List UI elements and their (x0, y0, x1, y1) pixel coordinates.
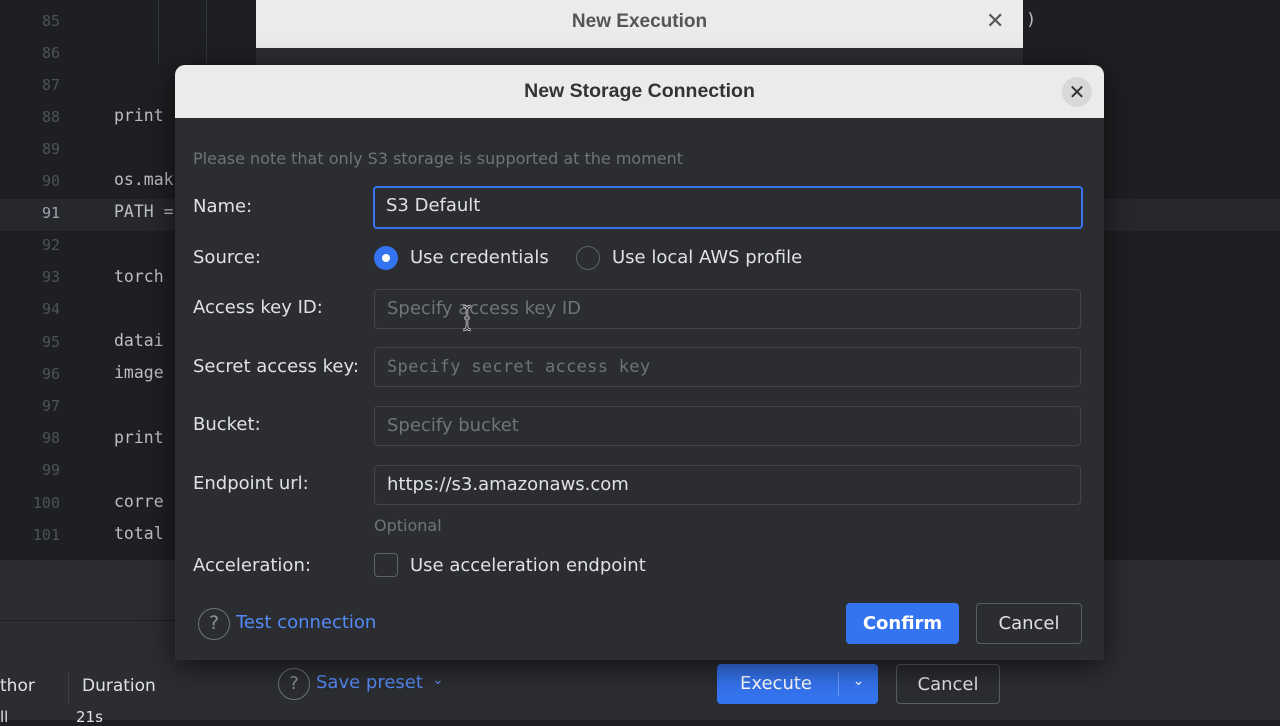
endpoint-url-input[interactable]: https://s3.amazonaws.com (374, 465, 1081, 505)
new-storage-connection-dialog: New Storage Connection ✕ Please note tha… (175, 65, 1104, 660)
line-number: 85 (41, 12, 60, 30)
chevron-down-icon[interactable]: ⌄ (432, 672, 444, 688)
execute-button[interactable]: Execute ⌄ (717, 664, 878, 704)
code-line[interactable]: image (114, 363, 164, 382)
line-number: 88 (41, 108, 60, 126)
use-local-aws-profile-label[interactable]: Use local AWS profile (612, 247, 802, 268)
chevron-down-icon[interactable]: ⌄ (839, 673, 878, 689)
line-number: 100 (32, 494, 60, 512)
exec-cancel-button[interactable]: Cancel (896, 664, 1000, 704)
use-credentials-radio[interactable] (374, 246, 398, 270)
bucket-label: Bucket: (193, 414, 261, 435)
dialog-title: New Storage Connection (524, 80, 755, 102)
line-number: 95 (41, 333, 60, 351)
close-icon[interactable]: ✕ (986, 9, 1004, 34)
name-label: Name: (193, 196, 253, 217)
save-preset-link[interactable]: Save preset (316, 672, 423, 693)
test-connection-link[interactable]: Test connection (236, 612, 376, 633)
code-line[interactable]: print (114, 106, 164, 125)
line-number: 90 (41, 172, 60, 190)
confirm-button[interactable]: Confirm (846, 603, 959, 644)
code-line[interactable]: total (114, 524, 164, 543)
exec-dialog-title: New Execution (571, 11, 708, 32)
code-paren: ) (1026, 10, 1037, 30)
line-number: 92 (41, 236, 60, 254)
help-icon[interactable]: ? (198, 608, 230, 640)
bucket-input[interactable]: Specify bucket (374, 406, 1081, 446)
code-line[interactable]: print (114, 428, 164, 447)
code-line[interactable]: os.mak (114, 170, 174, 189)
acceleration-checkbox[interactable] (374, 553, 398, 577)
use-local-aws-profile-radio[interactable] (576, 246, 600, 270)
acceleration-option-label[interactable]: Use acceleration endpoint (410, 555, 646, 576)
line-number: 89 (41, 140, 60, 158)
column-header-author[interactable]: thor (0, 676, 35, 708)
help-icon[interactable]: ? (278, 668, 310, 700)
column-header-duration[interactable]: Duration (82, 676, 156, 708)
line-number: 86 (41, 44, 60, 62)
line-number-active: 91 (41, 204, 60, 222)
endpoint-optional-hint: Optional (374, 516, 442, 535)
code-line[interactable]: PATH = (114, 202, 174, 221)
endpoint-label: Endpoint url: (193, 473, 309, 494)
code-line[interactable]: datai (114, 331, 164, 350)
exec-title-bar: New Execution ✕ (256, 0, 1023, 48)
access-key-input[interactable]: Specify access key ID (374, 289, 1081, 329)
code-line[interactable]: corre (114, 492, 164, 511)
line-number: 97 (41, 397, 60, 415)
secret-key-input[interactable]: Specify secret access key (374, 347, 1081, 387)
text-cursor-icon (462, 304, 472, 332)
cancel-button[interactable]: Cancel (976, 603, 1082, 644)
line-number: 93 (41, 268, 60, 286)
source-label: Source: (193, 247, 261, 268)
app-logo-icon (1140, 57, 1200, 117)
close-icon[interactable]: ✕ (1062, 77, 1092, 107)
code-line[interactable]: torch (114, 267, 164, 286)
s3-support-note: Please note that only S3 storage is supp… (193, 149, 684, 168)
access-key-label: Access key ID: (193, 297, 323, 318)
acceleration-label: Acceleration: (193, 555, 311, 576)
indent-guide (158, 0, 159, 65)
line-number: 96 (41, 365, 60, 383)
line-number: 87 (41, 76, 60, 94)
execute-label: Execute (740, 673, 812, 694)
line-number: 101 (32, 526, 60, 544)
name-field[interactable]: S3 Default (373, 186, 1083, 229)
line-number: 98 (41, 429, 60, 447)
dialog-title-bar: New Storage Connection ✕ (175, 65, 1104, 118)
table-cell: 21s (76, 708, 103, 726)
table-cell: ll (0, 708, 9, 726)
column-separator (68, 672, 69, 704)
secret-key-label: Secret access key: (193, 356, 359, 377)
indent-guide (206, 0, 207, 65)
use-credentials-label[interactable]: Use credentials (410, 247, 549, 268)
line-number: 99 (41, 461, 60, 479)
line-number: 94 (41, 300, 60, 318)
